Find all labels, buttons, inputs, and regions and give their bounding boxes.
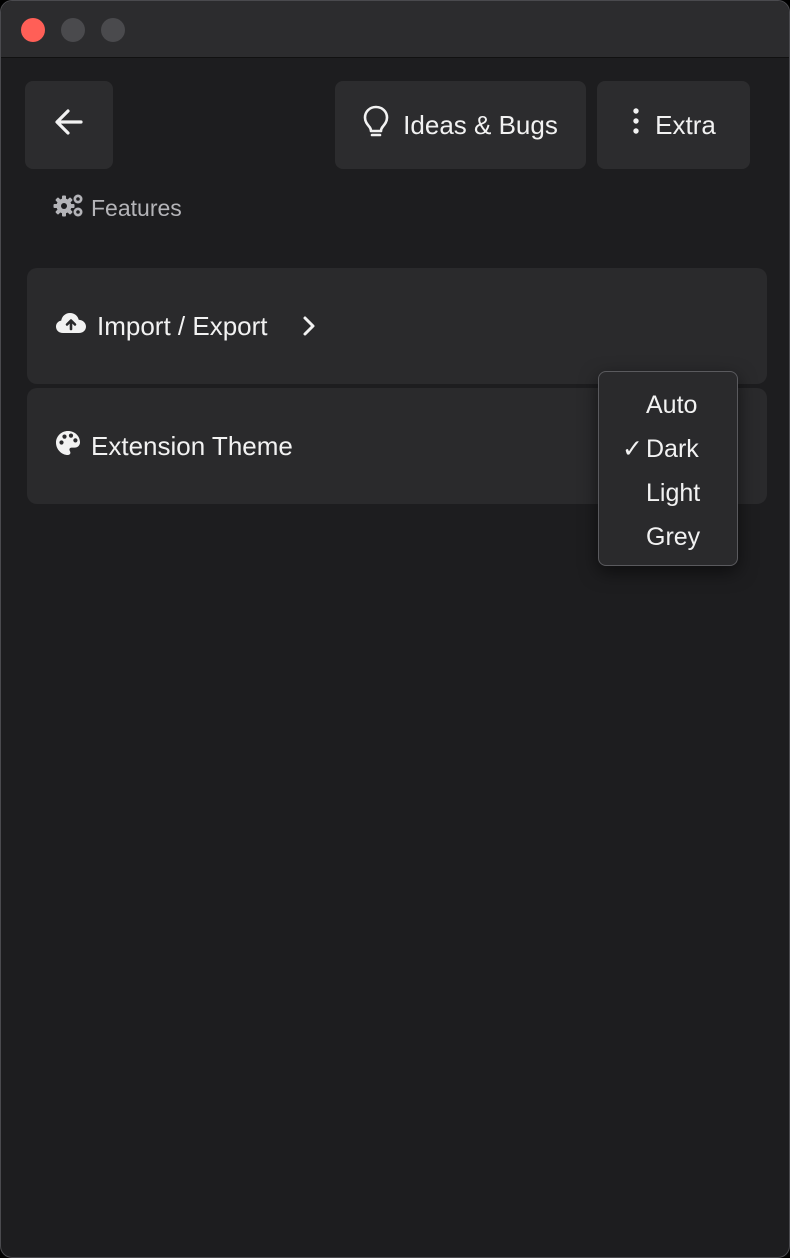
extension-theme-label: Extension Theme — [91, 430, 293, 461]
close-window-button[interactable] — [21, 18, 45, 42]
theme-option-label: Dark — [646, 434, 699, 463]
theme-option-dark[interactable]: ✓ Dark — [599, 427, 737, 471]
chevron-right-icon — [302, 315, 316, 337]
ideas-bugs-label: Ideas & Bugs — [403, 109, 558, 140]
arrow-left-icon — [51, 104, 87, 147]
theme-option-light[interactable]: Light — [599, 471, 737, 515]
title-bar — [1, 1, 789, 58]
extra-label: Extra — [655, 109, 716, 140]
features-section-header: Features — [53, 191, 182, 225]
theme-option-label: Grey — [646, 522, 701, 551]
checkmark-icon: ✓ — [622, 435, 643, 463]
maximize-window-button[interactable] — [101, 18, 125, 42]
gears-icon — [53, 192, 85, 224]
minimize-window-button[interactable] — [61, 18, 85, 42]
theme-option-auto[interactable]: Auto — [599, 383, 737, 427]
import-export-label: Import / Export — [97, 310, 268, 341]
vertical-dots-icon — [631, 107, 641, 144]
theme-option-label: Light — [646, 478, 701, 507]
extension-window: Ideas & Bugs Extra Features Import / Exp… — [0, 0, 790, 1258]
import-export-row[interactable]: Import / Export — [27, 268, 767, 384]
theme-option-grey[interactable]: Grey — [599, 515, 737, 559]
theme-dropdown-menu: Auto ✓ Dark Light Grey — [598, 371, 738, 566]
back-button[interactable] — [25, 81, 113, 169]
theme-option-label: Auto — [646, 390, 698, 419]
ideas-bugs-button[interactable]: Ideas & Bugs — [335, 81, 586, 169]
cloud-upload-icon — [55, 311, 87, 342]
palette-icon — [55, 430, 81, 463]
features-label: Features — [91, 194, 182, 221]
extra-menu-button[interactable]: Extra — [597, 81, 750, 169]
lightbulb-icon — [363, 105, 389, 146]
